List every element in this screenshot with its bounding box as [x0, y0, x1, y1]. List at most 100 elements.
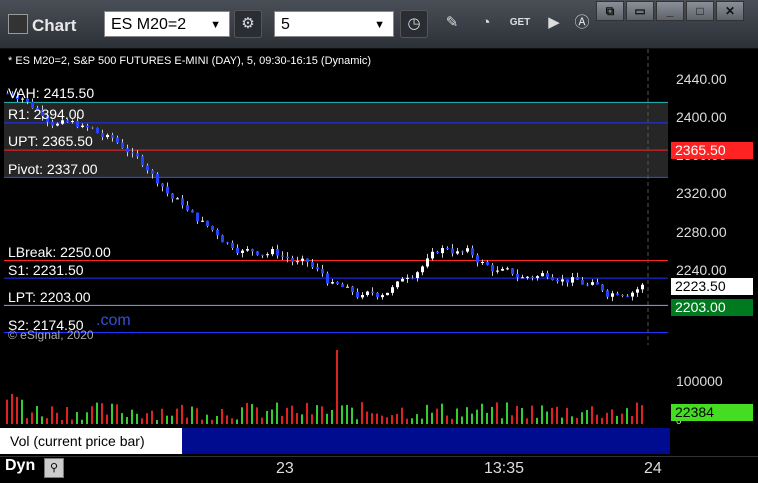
volume-bar	[496, 402, 498, 424]
volume-bar	[171, 415, 173, 424]
volume-bar	[201, 419, 203, 424]
candle-body	[436, 251, 439, 254]
get-icon[interactable]: GET	[506, 10, 534, 38]
candle-body	[211, 226, 214, 230]
candle-body	[146, 165, 149, 171]
candle-body	[331, 282, 334, 284]
volume-bar	[601, 417, 603, 424]
volume-bar	[286, 407, 288, 424]
candle-body	[476, 255, 479, 263]
candle-body	[51, 121, 54, 126]
volume-bar	[161, 408, 163, 424]
volume-bar	[531, 405, 533, 424]
candle-body	[616, 293, 619, 296]
volume-bar	[36, 405, 38, 424]
candle-body	[286, 256, 289, 259]
volume-bar	[346, 404, 348, 424]
volume-bar	[11, 393, 13, 424]
volume-bar	[281, 415, 283, 424]
minimize-icon[interactable]: _	[656, 1, 684, 21]
candle-body	[501, 268, 504, 271]
candle-body	[381, 295, 384, 298]
volume-bar	[456, 408, 458, 424]
indicator-icon[interactable]: ◔	[472, 10, 500, 38]
volume-bar	[621, 413, 623, 424]
volume-bar	[251, 404, 253, 424]
volume-bar	[316, 405, 318, 424]
chevron-down-icon[interactable]: ▼	[210, 12, 221, 38]
candle-body	[611, 293, 614, 297]
alert-icon[interactable]: Ⓐ	[568, 10, 596, 38]
candle-body	[361, 294, 364, 298]
candle-body	[346, 286, 349, 288]
lock-scale-icon[interactable]: ⚲	[44, 458, 64, 478]
candle-body	[631, 292, 634, 297]
interval-value: 5	[281, 16, 290, 33]
interval-select[interactable]: 5 ▼	[274, 11, 394, 37]
volume-bar	[86, 412, 88, 424]
volume-bar	[261, 417, 263, 424]
volume-bar	[246, 402, 248, 424]
volume-bar	[351, 407, 353, 424]
volume-study-label[interactable]: Vol (current price bar)	[0, 428, 182, 454]
candle-body	[601, 284, 604, 291]
volume-bar	[591, 406, 593, 424]
volume-bar	[71, 419, 73, 424]
gear-icon[interactable]: ⚙	[234, 10, 262, 38]
volume-bar	[206, 414, 208, 424]
volume-bar	[6, 399, 8, 424]
candle-body	[221, 235, 224, 243]
restore-icon[interactable]: ⧉	[596, 1, 624, 21]
candle-body	[276, 249, 279, 256]
close-icon[interactable]: ✕	[716, 1, 744, 21]
candle-body	[306, 258, 309, 263]
candle-body	[166, 186, 169, 194]
volume-bar	[96, 402, 98, 424]
chart-window-icon	[8, 14, 28, 34]
candle-body	[201, 220, 204, 222]
volume-bar	[551, 407, 553, 424]
candle-body	[296, 261, 299, 263]
volume-bar	[146, 413, 148, 424]
y-tick: 2320.00	[676, 185, 727, 201]
tile-icon[interactable]: ▭	[626, 1, 654, 21]
chevron-down-icon[interactable]: ▼	[374, 12, 385, 38]
candle-body	[351, 286, 354, 292]
symbol-input[interactable]: ES M20=2 ▼	[104, 11, 230, 37]
level-label-lpt: LPT: 2203.00	[8, 289, 91, 305]
candle-body	[176, 198, 179, 200]
candle-body	[216, 229, 219, 236]
candle-body	[356, 291, 359, 298]
volume-bar	[336, 349, 338, 424]
volume-chart[interactable]	[0, 346, 670, 428]
candle-body	[126, 148, 129, 153]
volume-bar	[291, 405, 293, 424]
volume-bar	[436, 408, 438, 424]
close-icon[interactable]: ×	[170, 429, 177, 443]
volume-bar	[516, 405, 518, 424]
pencil-icon[interactable]: ✎	[438, 10, 466, 38]
candle-body	[86, 125, 89, 128]
play-icon[interactable]: ▶	[540, 10, 568, 38]
volume-bar	[186, 417, 188, 424]
watermark: .com	[96, 312, 131, 329]
candle-body	[171, 193, 174, 199]
volume-bar	[546, 411, 548, 424]
y-tick: 2400.00	[676, 109, 727, 125]
candle-body	[411, 277, 414, 279]
price-chart[interactable]	[0, 49, 670, 345]
candle-body	[641, 284, 644, 290]
clock-icon[interactable]: ◷	[400, 10, 428, 38]
volume-bar	[381, 415, 383, 424]
volume-bar	[131, 409, 133, 424]
candle-body	[571, 277, 574, 283]
candle-body	[151, 170, 154, 174]
candle-body	[271, 249, 274, 255]
candle-body	[426, 258, 429, 267]
maximize-icon[interactable]: □	[686, 1, 714, 21]
candle-body	[396, 281, 399, 288]
dyn-label[interactable]: Dyn	[5, 457, 35, 475]
candle-body	[591, 282, 594, 285]
candle-body	[301, 258, 304, 262]
candle-body	[406, 277, 409, 279]
